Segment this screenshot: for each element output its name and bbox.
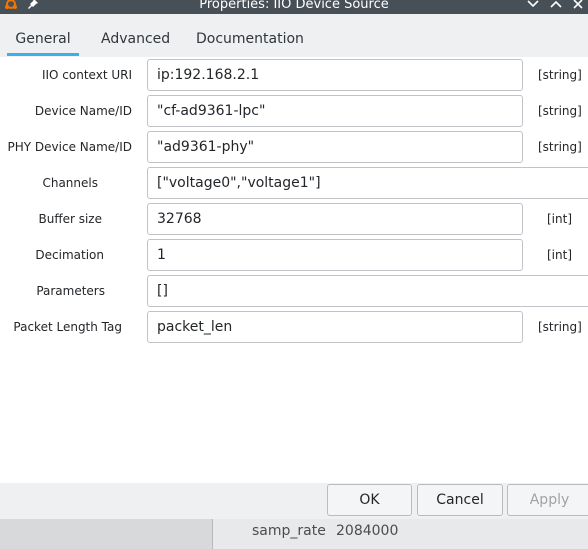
close-icon[interactable]: [571, 0, 585, 11]
tab-documentation[interactable]: Documentation: [196, 24, 304, 56]
properties-panel: IIO context URI ip:192.168.2.1 [string] …: [0, 57, 588, 483]
param-label-channels: Channels: [42, 176, 98, 190]
background-variable-value: 2084000: [336, 523, 399, 539]
param-type-device-name: [string]: [538, 104, 582, 118]
device-name-field[interactable]: "cf-ad9361-lpc": [147, 95, 523, 127]
decimation-field[interactable]: 1: [147, 239, 523, 271]
background-variable-name: samp_rate: [252, 523, 326, 539]
channels-field[interactable]: ["voltage0","voltage1"]: [147, 167, 588, 199]
parameters-field[interactable]: []: [147, 275, 588, 307]
param-label-phy-device-name: PHY Device Name/ID: [7, 140, 132, 154]
apply-button[interactable]: Apply: [507, 484, 588, 516]
param-label-device-name: Device Name/ID: [34, 104, 132, 118]
cancel-button[interactable]: Cancel: [417, 484, 503, 516]
ok-button[interactable]: OK: [327, 484, 412, 516]
param-label-buffer-size: Buffer size: [38, 212, 102, 226]
param-type-buffer-size: [int]: [547, 212, 573, 226]
param-type-iio-context-uri: [string]: [538, 68, 582, 82]
tab-advanced[interactable]: Advanced: [101, 24, 170, 56]
param-label-iio-context-uri: IIO context URI: [41, 68, 132, 82]
param-type-packet-length-tag: [string]: [538, 320, 582, 334]
param-label-parameters: Parameters: [36, 284, 105, 298]
buffer-size-field[interactable]: 32768: [147, 203, 523, 235]
tab-bar: General Advanced Documentation: [0, 24, 588, 58]
param-label-packet-length-tag: Packet Length Tag: [13, 320, 122, 334]
window-title: Properties: IIO Device Source: [199, 0, 389, 12]
dialog-button-bar: OK Cancel Apply: [0, 483, 588, 519]
param-label-decimation: Decimation: [35, 248, 104, 262]
packet-length-tag-field[interactable]: packet_len: [147, 311, 523, 343]
phy-device-name-field[interactable]: "ad9361-phy": [147, 131, 523, 163]
param-type-decimation: [int]: [547, 248, 573, 262]
param-type-phy-device-name: [string]: [538, 140, 582, 154]
tab-general[interactable]: General: [7, 24, 79, 56]
chevron-down-icon[interactable]: [526, 0, 540, 11]
window-titlebar: Properties: IIO Device Source: [0, 0, 588, 14]
chevron-up-icon[interactable]: [549, 0, 563, 11]
iio-context-uri-field[interactable]: ip:192.168.2.1: [147, 59, 523, 91]
